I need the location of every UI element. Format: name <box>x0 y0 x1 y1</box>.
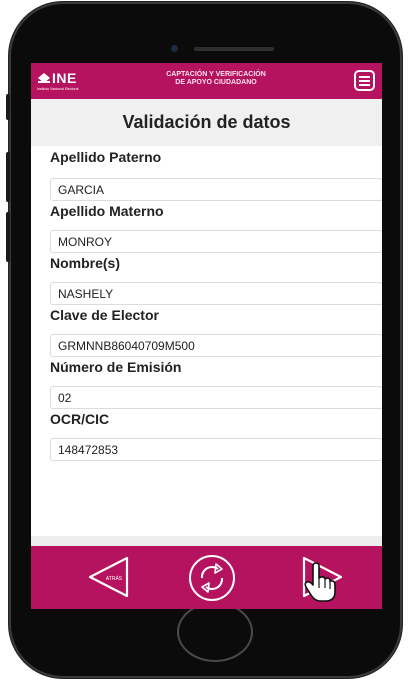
nombres-field[interactable]: NASHELY <box>50 282 382 305</box>
front-camera <box>171 45 178 52</box>
bottom-nav-bar: ATRÁS <box>31 546 382 609</box>
app-header: INE Instituto Nacional Electoral CAPTACI… <box>31 63 382 99</box>
page-title: Validación de datos <box>122 112 291 132</box>
label-numero-emision: Número de Emisión <box>50 359 182 375</box>
earpiece-speaker <box>194 47 274 51</box>
header-title: CAPTACIÓN Y VERIFICACIÓN DE APOYO CIUDAD… <box>121 71 311 87</box>
numero-emision-field[interactable]: 02 <box>50 386 382 409</box>
hand-pointer-icon <box>304 562 336 602</box>
logo-subtext: Instituto Nacional Electoral <box>37 87 79 91</box>
home-button[interactable] <box>177 602 253 662</box>
app-screen: INE Instituto Nacional Electoral CAPTACI… <box>31 63 382 609</box>
bottom-separator <box>31 536 382 546</box>
volume-up-button <box>6 152 10 202</box>
volume-down-button <box>6 212 10 262</box>
header-title-line1: CAPTACIÓN Y VERIFICACIÓN <box>166 71 266 78</box>
hamburger-icon[interactable] <box>354 70 375 91</box>
refresh-icon[interactable] <box>188 554 236 602</box>
apellido-paterno-field[interactable]: GARCIA <box>50 178 382 201</box>
label-clave-elector: Clave de Elector <box>50 307 159 323</box>
apellido-materno-field[interactable]: MONROY <box>50 230 382 253</box>
mute-switch <box>6 94 10 120</box>
page-title-bar: Validación de datos <box>31 99 382 146</box>
label-nombres: Nombre(s) <box>50 255 121 271</box>
triangle-left-icon[interactable]: ATRÁS <box>87 555 131 599</box>
label-apellido-paterno: Apellido Paterno <box>50 149 162 165</box>
logo-text: INE <box>52 70 77 86</box>
clave-elector-field[interactable]: GRMNNB86040709M500 <box>50 334 382 357</box>
label-apellido-materno: Apellido Materno <box>50 203 164 219</box>
ine-logo-mark-icon <box>38 73 50 83</box>
label-ocr-cic: OCR/CIC <box>50 411 110 427</box>
header-title-line2: DE APOYO CIUDADANO <box>175 79 257 86</box>
back-label: ATRÁS <box>106 575 123 582</box>
ocr-cic-field[interactable]: 148472853 <box>50 438 382 461</box>
ine-logo: INE Instituto Nacional Electoral <box>37 70 107 94</box>
